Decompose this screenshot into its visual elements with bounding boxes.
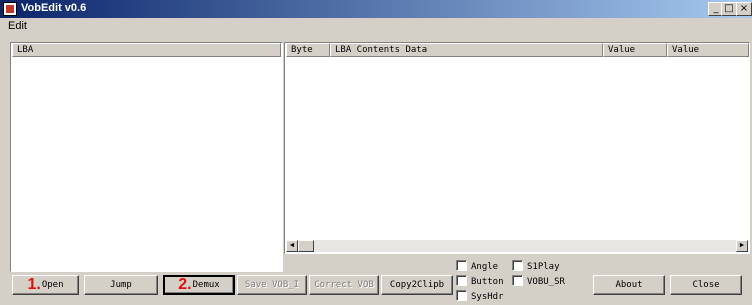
demux-button-label: Demux	[192, 280, 220, 290]
syshdr-checkbox-box[interactable]	[456, 290, 467, 301]
save-vob-button-label: Save VOB_I	[244, 280, 300, 290]
correct-vob-button-label: Correct VOB	[314, 280, 374, 290]
scroll-left-icon[interactable]: ◄	[286, 240, 298, 252]
s1play-checkbox-label: S1Play	[527, 262, 560, 272]
menu-edit[interactable]: Edit	[8, 20, 27, 32]
vobu-sr-checkbox[interactable]: VOBU_SR	[512, 275, 565, 288]
menu-bar: Edit	[0, 18, 752, 36]
maximize-button[interactable]: □	[721, 2, 737, 16]
column-value-1[interactable]: Value	[603, 43, 667, 57]
correct-vob-button[interactable]: Correct VOB	[309, 275, 379, 295]
title-bar: VobEdit v0.6 _ □ ×	[0, 0, 752, 18]
button-checkbox-box[interactable]	[456, 275, 467, 286]
angle-checkbox-label: Angle	[471, 262, 499, 272]
step-2-marker: 2.	[178, 276, 192, 293]
about-button[interactable]: About	[593, 275, 665, 295]
lba-contents-table[interactable]: Byte LBA Contents Data Value Value ◄ ►	[284, 42, 750, 254]
horizontal-scrollbar[interactable]: ◄ ►	[286, 240, 748, 252]
syshdr-checkbox[interactable]: SysHdr	[456, 290, 504, 303]
column-lba-contents-data[interactable]: LBA Contents Data	[330, 43, 603, 57]
app-icon	[3, 2, 17, 16]
open-button[interactable]: 1.Open	[12, 275, 79, 295]
scroll-right-icon[interactable]: ►	[736, 240, 748, 252]
button-checkbox-label: Button	[471, 277, 504, 287]
close-window-button[interactable]: ×	[736, 2, 752, 16]
s1play-checkbox-box[interactable]	[512, 260, 523, 271]
vobu-sr-checkbox-box[interactable]	[512, 275, 523, 286]
jump-button[interactable]: Jump	[84, 275, 158, 295]
close-button[interactable]: Close	[670, 275, 742, 295]
open-button-label: Open	[41, 280, 64, 290]
column-byte[interactable]: Byte	[286, 43, 330, 57]
lba-list[interactable]: LBA	[10, 42, 283, 272]
vobu-sr-checkbox-label: VOBU_SR	[527, 277, 565, 287]
angle-checkbox-box[interactable]	[456, 260, 467, 271]
step-1-marker: 1.	[27, 276, 41, 293]
copy2clipb-button[interactable]: Copy2Clipb	[381, 275, 453, 295]
jump-button-label: Jump	[110, 280, 132, 290]
angle-checkbox[interactable]: Angle	[456, 260, 498, 273]
column-value-2[interactable]: Value	[667, 43, 749, 57]
demux-button[interactable]: 2.Demux	[163, 275, 235, 295]
about-button-label: About	[615, 280, 643, 290]
copy2clipb-button-label: Copy2Clipb	[389, 280, 445, 290]
close-button-label: Close	[692, 280, 720, 290]
lba-column-header[interactable]: LBA	[12, 43, 281, 57]
syshdr-checkbox-label: SysHdr	[471, 292, 504, 302]
scroll-thumb[interactable]	[298, 240, 314, 252]
save-vob-button[interactable]: Save VOB_I	[237, 275, 307, 295]
s1play-checkbox[interactable]: S1Play	[512, 260, 560, 273]
window-title: VobEdit v0.6	[21, 2, 87, 14]
button-checkbox[interactable]: Button	[456, 275, 504, 288]
